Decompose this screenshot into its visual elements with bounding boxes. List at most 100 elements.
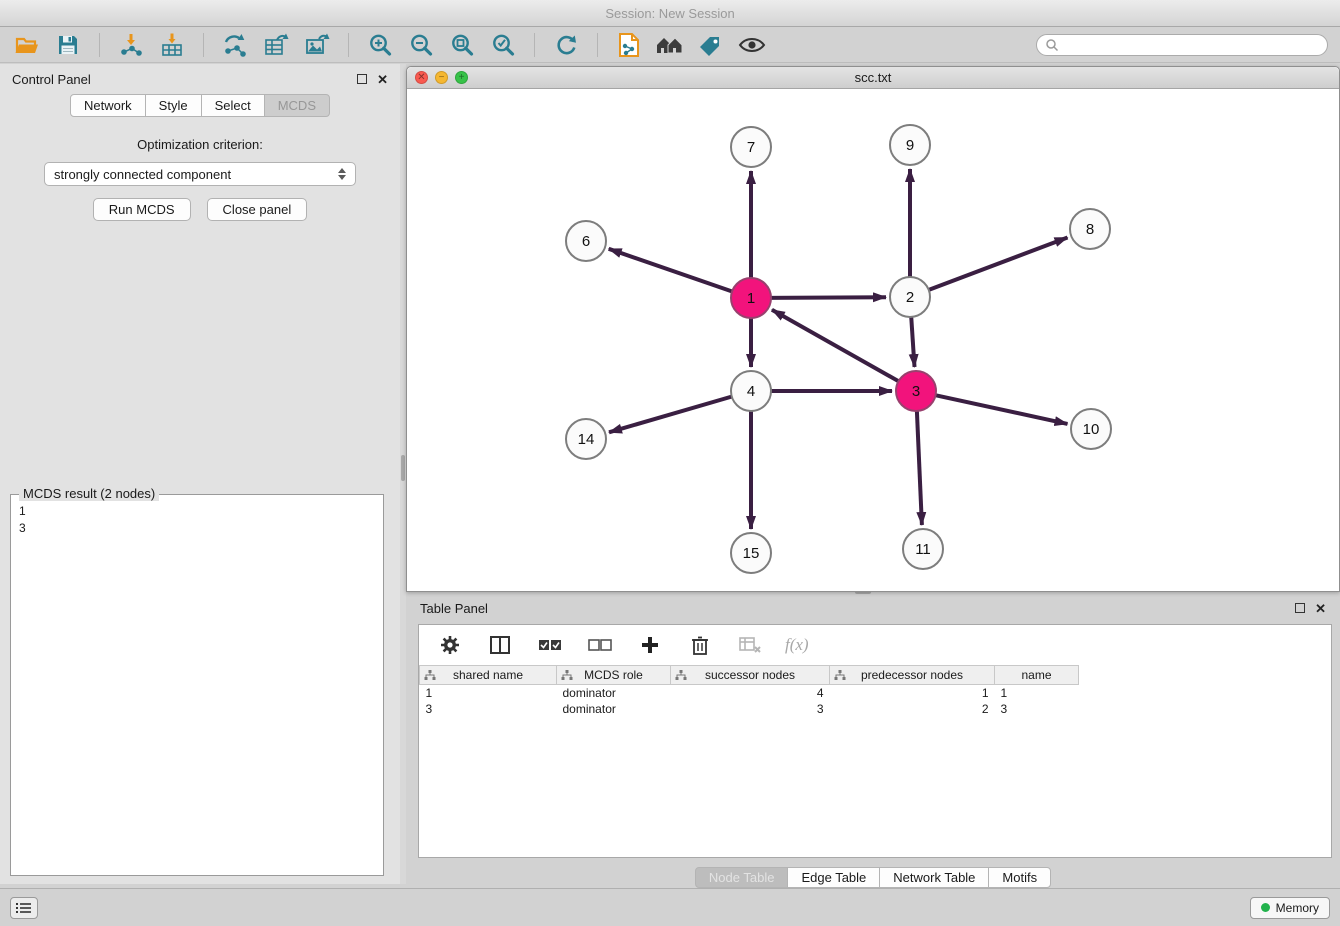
- zoom-fit-button[interactable]: [447, 31, 477, 59]
- zoom-window-button[interactable]: +: [455, 71, 468, 84]
- title-bar[interactable]: Session: New Session: [0, 0, 1340, 27]
- graph-node-4[interactable]: 4: [731, 371, 771, 411]
- zoom-selected-button[interactable]: [488, 31, 518, 59]
- table-settings-button[interactable]: [435, 631, 465, 659]
- deselect-all-icon: [588, 637, 612, 653]
- float-table-panel-icon[interactable]: [1295, 603, 1305, 613]
- graph-node-2[interactable]: 2: [890, 277, 930, 317]
- main-toolbar: [0, 28, 1340, 63]
- table-cell-predecessor_nodes: 2: [830, 701, 995, 717]
- tab-edge-table[interactable]: Edge Table: [787, 867, 880, 888]
- tab-motifs[interactable]: Motifs: [988, 867, 1051, 888]
- graph-edge-4-14[interactable]: [609, 396, 734, 432]
- graph-node-7[interactable]: 7: [731, 127, 771, 167]
- graph-edge-2-8[interactable]: [927, 238, 1068, 291]
- svg-text:10: 10: [1083, 421, 1100, 438]
- graph-edge-3-10[interactable]: [934, 395, 1068, 424]
- import-table-button[interactable]: [157, 31, 187, 59]
- zoom-in-button[interactable]: [365, 31, 395, 59]
- export-table-icon: [263, 32, 289, 58]
- tab-mcds[interactable]: MCDS: [264, 94, 330, 117]
- graph-node-8[interactable]: 8: [1070, 209, 1110, 249]
- column-header-mcds_role[interactable]: MCDS role: [557, 666, 671, 685]
- annotation-button[interactable]: [696, 31, 726, 59]
- search-input[interactable]: [1064, 38, 1319, 52]
- tab-network[interactable]: Network: [70, 94, 146, 117]
- export-image-button[interactable]: [302, 31, 332, 59]
- table-cell-successor_nodes: 4: [671, 685, 830, 701]
- graph-edge-1-6[interactable]: [609, 249, 734, 292]
- tab-network-table[interactable]: Network Table: [879, 867, 989, 888]
- show-hide-button[interactable]: [737, 31, 767, 59]
- mcds-result-list[interactable]: 13: [11, 495, 383, 545]
- column-header-predecessor_nodes[interactable]: predecessor nodes: [830, 666, 995, 685]
- delete-function-button[interactable]: [735, 631, 765, 659]
- graph-node-9[interactable]: 9: [890, 125, 930, 165]
- network-graph-svg[interactable]: 7 9 6 8 1 2 4 3 14 10 15 11: [407, 89, 1339, 591]
- column-header-successor_nodes[interactable]: successor nodes: [671, 666, 830, 685]
- column-header-shared_name[interactable]: shared name: [420, 666, 557, 685]
- tab-select[interactable]: Select: [201, 94, 265, 117]
- graph-node-10[interactable]: 10: [1071, 409, 1111, 449]
- svg-text:1: 1: [747, 290, 755, 307]
- memory-button[interactable]: Memory: [1250, 897, 1330, 919]
- graph-edge-3-1[interactable]: [772, 310, 900, 382]
- export-table-button[interactable]: [261, 31, 291, 59]
- delete-column-button[interactable]: [685, 631, 715, 659]
- select-all-button[interactable]: [535, 631, 565, 659]
- node-table: shared nameMCDS rolesuccessor nodesprede…: [419, 665, 1331, 717]
- node-table-body: 1dominator4113dominator323: [420, 685, 1332, 717]
- zoom-out-icon: [408, 32, 434, 58]
- column-header-filler: [1079, 666, 1332, 685]
- optimization-dropdown[interactable]: strongly connected component: [44, 162, 356, 186]
- tab-style[interactable]: Style: [145, 94, 202, 117]
- edges-layer: [609, 169, 1068, 529]
- table-panel-header: Table Panel ✕: [406, 594, 1340, 622]
- table-row[interactable]: 1dominator411: [420, 685, 1332, 701]
- import-network-button[interactable]: [116, 31, 146, 59]
- table-cell-name: 3: [995, 701, 1079, 717]
- graph-node-14[interactable]: 14: [566, 419, 606, 459]
- add-column-button[interactable]: [635, 631, 665, 659]
- open-session-button[interactable]: [12, 31, 42, 59]
- graph-edge-2-3[interactable]: [911, 315, 914, 367]
- graph-node-3[interactable]: 3: [896, 371, 936, 411]
- deselect-all-button[interactable]: [585, 631, 615, 659]
- graph-node-1[interactable]: 1: [731, 278, 771, 318]
- table-cell-mcds_role: dominator: [557, 701, 671, 717]
- toolbar-separator: [534, 33, 535, 57]
- save-session-button[interactable]: [53, 31, 83, 59]
- close-table-panel-icon[interactable]: ✕: [1315, 602, 1326, 615]
- close-panel-icon[interactable]: ✕: [377, 73, 388, 86]
- column-header-name[interactable]: name: [995, 666, 1079, 685]
- scrollbar-handle[interactable]: [401, 455, 405, 481]
- graph-node-15[interactable]: 15: [731, 533, 771, 573]
- run-mcds-button[interactable]: Run MCDS: [93, 198, 191, 221]
- graph-edge-1-2[interactable]: [769, 297, 886, 298]
- export-image-icon: [304, 32, 330, 58]
- refresh-button[interactable]: [551, 31, 581, 59]
- home-button[interactable]: [655, 31, 685, 59]
- table-row[interactable]: 3dominator323: [420, 701, 1332, 717]
- close-panel-button[interactable]: Close panel: [207, 198, 308, 221]
- graph-node-6[interactable]: 6: [566, 221, 606, 261]
- status-menu-button[interactable]: [10, 897, 38, 919]
- zoom-out-button[interactable]: [406, 31, 436, 59]
- delete-column-icon: [690, 634, 710, 656]
- memory-label: Memory: [1276, 901, 1319, 915]
- export-network-button[interactable]: [220, 31, 250, 59]
- float-panel-icon[interactable]: [357, 74, 367, 84]
- column-visibility-button[interactable]: [485, 631, 515, 659]
- table-cell-filler: [1079, 685, 1332, 701]
- minimize-window-button[interactable]: −: [435, 71, 448, 84]
- network-window-titlebar[interactable]: ✕ − + scc.txt: [407, 67, 1339, 89]
- function-builder-button[interactable]: f(x): [785, 635, 809, 655]
- column-type-icon: [675, 670, 687, 681]
- close-window-button[interactable]: ✕: [415, 71, 428, 84]
- graph-node-11[interactable]: 11: [903, 529, 943, 569]
- search-box[interactable]: [1036, 34, 1328, 56]
- annotation-icon: [698, 33, 724, 57]
- network-document-button[interactable]: [614, 31, 644, 59]
- graph-edge-3-11[interactable]: [917, 409, 922, 525]
- tab-node-table[interactable]: Node Table: [695, 867, 789, 888]
